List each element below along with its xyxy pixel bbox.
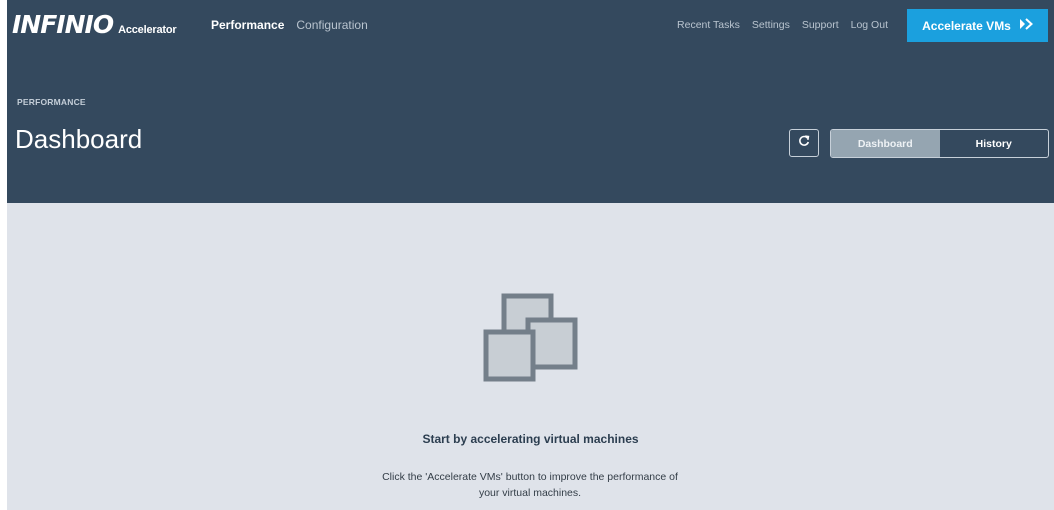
page-title: Dashboard	[15, 124, 143, 154]
refresh-icon	[798, 134, 810, 152]
nav-item-configuration[interactable]: Configuration	[296, 18, 367, 32]
breadcrumb: PERFORMANCE	[17, 97, 86, 107]
app-window: INFINIO Accelerator Performance Configur…	[7, 0, 1054, 510]
log-out-link[interactable]: Log Out	[851, 19, 888, 31]
settings-link[interactable]: Settings	[752, 19, 790, 31]
view-toggle: Dashboard History	[830, 129, 1049, 158]
empty-state: Start by accelerating virtual machines C…	[7, 203, 1054, 510]
brand-logo[interactable]: INFINIO Accelerator	[12, 10, 177, 39]
accelerate-vms-button[interactable]: Accelerate VMs	[907, 9, 1048, 42]
refresh-button[interactable]	[789, 129, 819, 157]
logo-subtitle: Accelerator	[118, 24, 177, 36]
empty-state-title: Start by accelerating virtual machines	[422, 432, 639, 446]
main-nav: Performance Configuration	[211, 18, 368, 32]
nav-item-performance[interactable]: Performance	[211, 18, 284, 32]
utility-links: Recent Tasks Settings Support Log Out	[677, 19, 888, 31]
virtual-machines-icon	[481, 292, 579, 389]
double-chevron-right-icon	[1019, 18, 1033, 33]
support-link[interactable]: Support	[802, 19, 839, 31]
header-bar: INFINIO Accelerator Performance Configur…	[7, 0, 1054, 203]
tab-dashboard[interactable]: Dashboard	[831, 130, 940, 157]
empty-state-description: Click the 'Accelerate VMs' button to imp…	[382, 471, 678, 499]
recent-tasks-link[interactable]: Recent Tasks	[677, 19, 740, 31]
accelerate-vms-label: Accelerate VMs	[922, 18, 1011, 33]
tab-history[interactable]: History	[940, 130, 1049, 157]
logo-wordmark: INFINIO	[12, 10, 114, 39]
